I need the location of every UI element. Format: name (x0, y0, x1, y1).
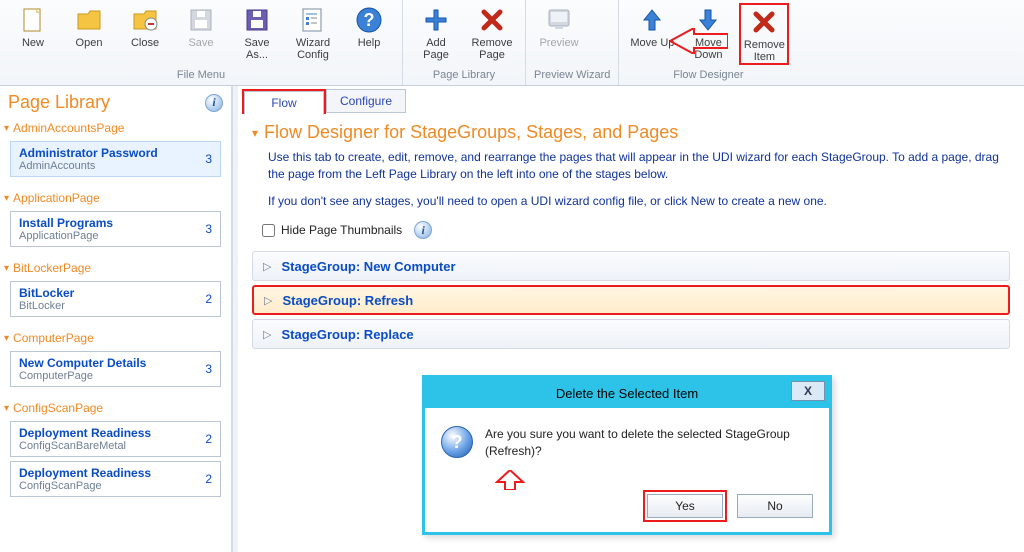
help-icon: ? (354, 5, 384, 35)
svg-text:?: ? (364, 10, 375, 30)
ribbon-group-file: New Open Close Save Save As... Wizard Co… (0, 0, 403, 85)
chevron-down-icon: ▾ (4, 263, 9, 274)
wizard-config-icon (298, 5, 328, 35)
open-icon (74, 5, 104, 35)
sidebar-section-header[interactable]: ▾ConfigScanPage (0, 397, 231, 417)
stagegroup-row[interactable]: ▷ StageGroup: New Computer (252, 251, 1010, 281)
expand-icon[interactable]: ▷ (264, 294, 272, 307)
sidebar-card[interactable]: Deployment ReadinessConfigScanBareMetal … (10, 421, 221, 457)
ribbon-group-label: Flow Designer (627, 69, 789, 83)
chevron-down-icon: ▾ (4, 123, 9, 134)
page-description: If you don't see any stages, you'll need… (238, 191, 1024, 218)
save-as-button[interactable]: Save As... (232, 3, 282, 61)
sidebar-section-header[interactable]: ▾ApplicationPage (0, 187, 231, 207)
dialog-title: Delete the Selected Item (556, 386, 698, 401)
tab-flow[interactable]: Flow (244, 91, 324, 115)
sidebar-scroll[interactable]: ▾AdminAccountsPage Administrator Passwor… (0, 117, 231, 552)
save-as-icon (242, 5, 272, 35)
sidebar-card[interactable]: BitLockerBitLocker 2 (10, 281, 221, 317)
annotation-arrow-icon (425, 470, 829, 490)
ribbon-group-label: Preview Wizard (534, 69, 610, 83)
close-folder-icon (130, 5, 160, 35)
sidebar-section-header[interactable]: ▾AdminAccountsPage (0, 117, 231, 137)
preview-icon (544, 5, 574, 35)
dialog-close-button[interactable]: X (791, 381, 825, 401)
tab-strip: Flow Configure (238, 86, 1024, 114)
stagegroup-row-selected[interactable]: ▷ StageGroup: Refresh (252, 285, 1010, 315)
add-page-button[interactable]: Add Page (411, 3, 461, 61)
remove-item-button[interactable]: Remove Item (739, 3, 789, 65)
dialog-no-button[interactable]: No (737, 494, 813, 518)
question-icon: ? (441, 426, 473, 458)
open-button[interactable]: Open (64, 3, 114, 61)
chevron-down-icon: ▾ (4, 333, 9, 344)
ribbon-group-label: Page Library (411, 69, 517, 83)
sidebar-title-row: Page Library i (0, 86, 231, 117)
sidebar-section-header[interactable]: ▾BitLockerPage (0, 257, 231, 277)
page-description: Use this tab to create, edit, remove, an… (238, 147, 1024, 191)
ribbon-group-pagelib: Add Page Remove Page Page Library (403, 0, 526, 85)
tab-configure[interactable]: Configure (326, 89, 406, 113)
page-title: Flow Designer for StageGroups, Stages, a… (264, 122, 678, 143)
sidebar-title: Page Library (8, 92, 110, 113)
dialog-message: Are you sure you want to delete the sele… (485, 426, 813, 460)
sidebar-card[interactable]: Install ProgramsApplicationPage 3 (10, 211, 221, 247)
info-icon[interactable]: i (205, 94, 223, 112)
hide-thumbnails-checkbox[interactable] (262, 224, 275, 237)
hide-thumbnails-label: Hide Page Thumbnails (281, 223, 402, 237)
ribbon-group-label: File Menu (8, 69, 394, 83)
info-icon[interactable]: i (414, 221, 432, 239)
sidebar: Page Library i ▾AdminAccountsPage Admini… (0, 86, 232, 552)
sidebar-card[interactable]: Deployment ReadinessConfigScanPage 2 (10, 461, 221, 497)
chevron-down-icon[interactable]: ▾ (252, 126, 258, 140)
remove-page-button[interactable]: Remove Page (467, 3, 517, 61)
remove-x-icon (749, 7, 779, 37)
hide-thumbnails-row: Hide Page Thumbnails i (238, 217, 1024, 247)
preview-button[interactable]: Preview (534, 3, 584, 49)
new-icon (18, 5, 48, 35)
ribbon: New Open Close Save Save As... Wizard Co… (0, 0, 1024, 86)
dialog-yes-button[interactable]: Yes (647, 494, 723, 518)
sidebar-section-header[interactable]: ▾ComputerPage (0, 327, 231, 347)
help-button[interactable]: ? Help (344, 3, 394, 61)
ribbon-group-preview: Preview Preview Wizard (526, 0, 619, 85)
arrow-up-icon (637, 5, 667, 35)
dialog-titlebar[interactable]: Delete the Selected Item X (425, 378, 829, 408)
plus-icon (421, 5, 451, 35)
sidebar-card[interactable]: New Computer DetailsComputerPage 3 (10, 351, 221, 387)
chevron-down-icon: ▾ (4, 403, 9, 414)
expand-icon[interactable]: ▷ (263, 260, 271, 273)
save-icon (186, 5, 216, 35)
stagegroup-row[interactable]: ▷ StageGroup: Replace (252, 319, 1010, 349)
annotation-box: Flow (242, 89, 326, 114)
save-button[interactable]: Save (176, 3, 226, 61)
close-button[interactable]: Close (120, 3, 170, 61)
wizard-config-button[interactable]: Wizard Config (288, 3, 338, 61)
remove-x-icon (477, 5, 507, 35)
page-title-row: ▾ Flow Designer for StageGroups, Stages,… (238, 114, 1024, 147)
annotation-arrow-icon (670, 28, 728, 54)
new-button[interactable]: New (8, 3, 58, 61)
sidebar-card[interactable]: Administrator PasswordAdminAccounts 3 (10, 141, 221, 177)
chevron-down-icon: ▾ (4, 193, 9, 204)
confirm-dialog: Delete the Selected Item X ? Are you sur… (422, 375, 832, 535)
expand-icon[interactable]: ▷ (263, 328, 271, 341)
